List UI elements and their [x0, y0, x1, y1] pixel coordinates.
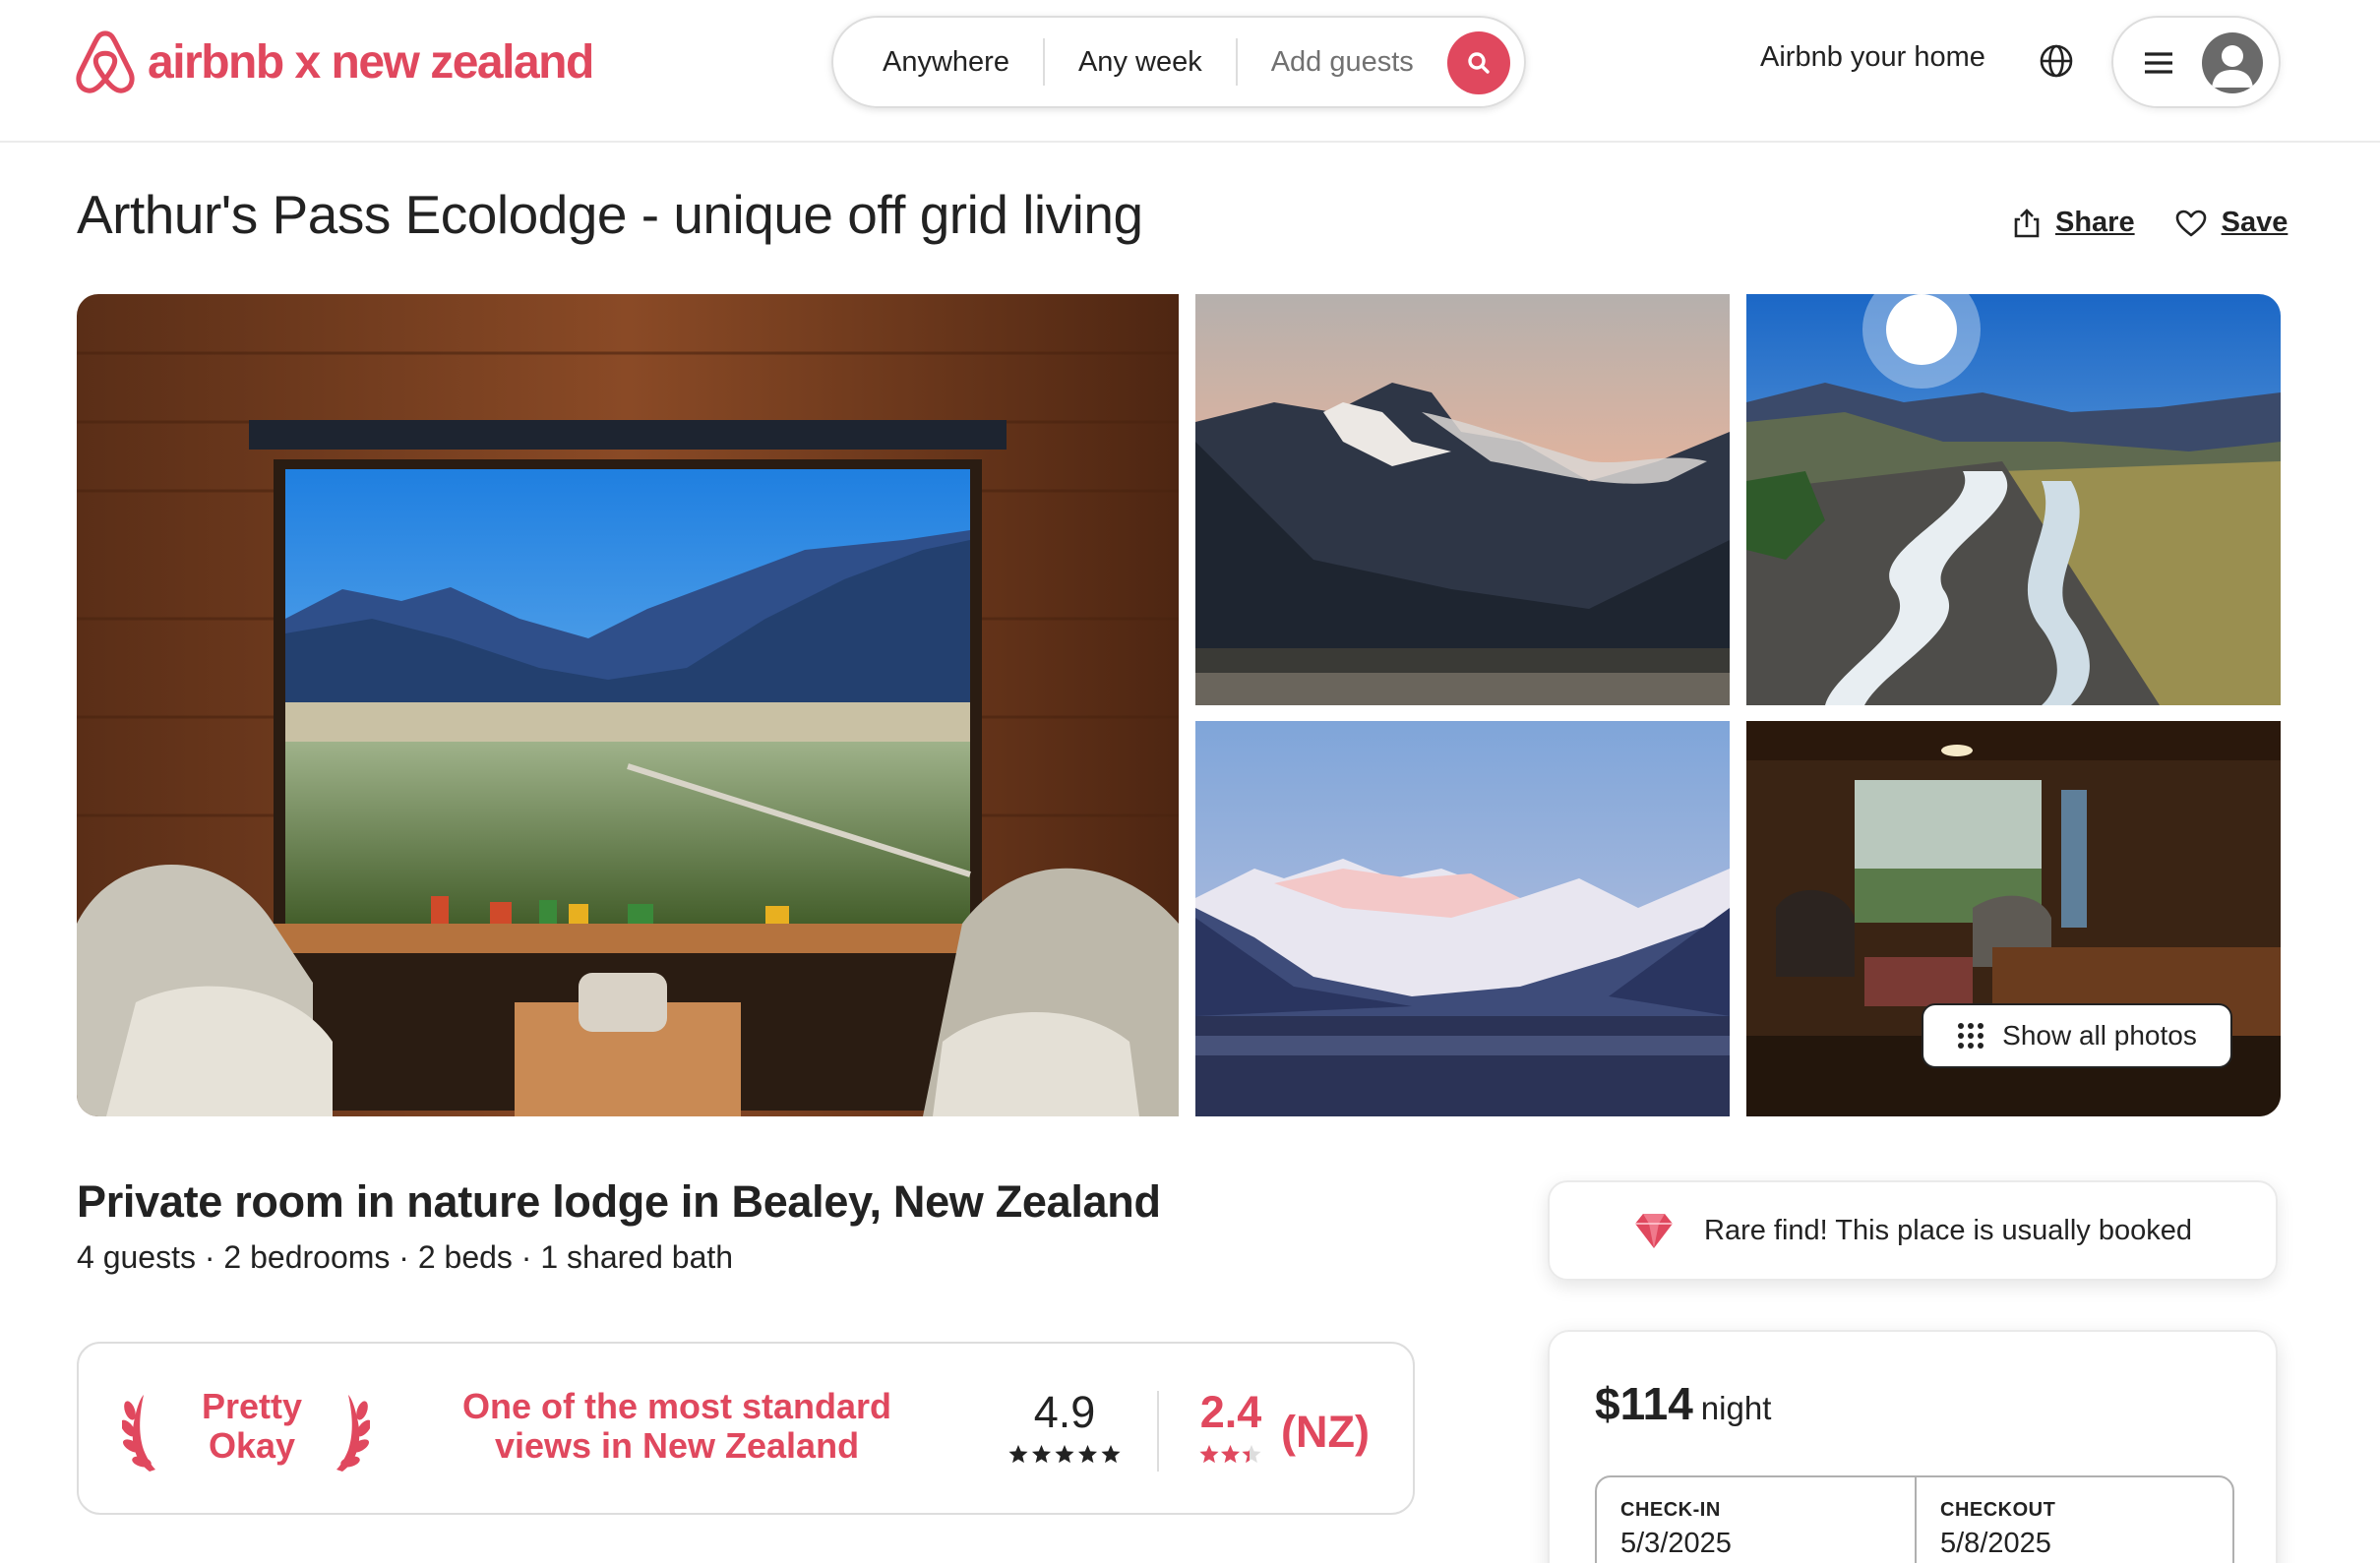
- star-icon: [1055, 1445, 1074, 1464]
- nightly-price: $114 night: [1595, 1377, 1771, 1430]
- overall-rating: 4.9: [1006, 1387, 1124, 1466]
- photo-snowy-range: [1195, 721, 1730, 1116]
- show-all-photos-button[interactable]: Show all photos: [1922, 1003, 2232, 1068]
- photo-2[interactable]: [1195, 294, 1730, 705]
- laurel-right-icon: [336, 1395, 370, 1472]
- rating-value: 4.9: [1033, 1387, 1096, 1437]
- save-button[interactable]: Save: [2174, 207, 2288, 239]
- airbnb-logo[interactable]: airbnb x new zealand: [75, 30, 594, 94]
- checkin-label: CHECK-IN: [1620, 1499, 1721, 1521]
- photo-3[interactable]: [1746, 294, 2281, 705]
- search-bar[interactable]: Anywhere Any week Add guests: [831, 16, 1526, 108]
- photo-main[interactable]: [77, 294, 1179, 1116]
- pretty-okay-label: Pretty Okay: [201, 1386, 303, 1466]
- listing-subtitle: Private room in nature lodge in Bealey, …: [77, 1176, 1161, 1227]
- airbnb-logo-icon: [76, 30, 135, 93]
- standard-views-label: One of the most standard views in New Ze…: [461, 1386, 892, 1466]
- globe-icon: [2040, 44, 2073, 78]
- airbnb-your-home-link[interactable]: Airbnb your home: [1760, 41, 1985, 74]
- save-label: Save: [2221, 207, 2288, 238]
- grid-dots-icon: [1958, 1023, 1984, 1049]
- share-icon: [2014, 208, 2040, 237]
- search-any-week[interactable]: Any week: [1045, 37, 1236, 87]
- search-add-guests[interactable]: Add guests: [1238, 37, 1447, 87]
- rare-find-banner: Rare find! This place is usually booked: [1548, 1180, 2278, 1281]
- checkout-label: CHECKOUT: [1940, 1499, 2056, 1521]
- star-icon: [1220, 1445, 1241, 1464]
- price-amount: $114: [1595, 1378, 1693, 1429]
- nz-rating: 2.4: [1190, 1387, 1271, 1466]
- listing-specs: 4 guests · 2 bedrooms · 2 beds · 1 share…: [77, 1239, 734, 1275]
- user-avatar-icon: [2212, 45, 2253, 88]
- booking-card: $114 night CHECK-IN 5/3/2025 CHECKOUT 5/…: [1548, 1330, 2278, 1563]
- share-button[interactable]: Share: [2012, 207, 2135, 239]
- search-button[interactable]: [1447, 31, 1510, 94]
- heart-icon: [2175, 210, 2206, 236]
- star-icon: [1008, 1445, 1028, 1464]
- nz-label: (NZ): [1281, 1407, 1370, 1457]
- laurel-left-icon: [122, 1395, 155, 1472]
- photo-braided-river: [1746, 294, 2281, 705]
- price-unit: night: [1700, 1390, 1772, 1426]
- date-picker[interactable]: CHECK-IN 5/3/2025 CHECKOUT 5/8/2025: [1595, 1475, 2234, 1563]
- share-label: Share: [2055, 207, 2135, 238]
- star-icon: [1101, 1445, 1121, 1464]
- rating-stars: [1008, 1445, 1121, 1464]
- show-all-photos-label: Show all photos: [2002, 1020, 2197, 1051]
- hamburger-menu-icon: [2145, 52, 2172, 74]
- brand-name: airbnb x new zealand: [148, 35, 594, 89]
- search-icon: [1468, 52, 1490, 74]
- listing-actions: Share Save: [2012, 207, 2288, 239]
- rating-divider: [1157, 1391, 1159, 1472]
- photo-cabin-window-view: [77, 294, 1179, 1116]
- checkout-value: 5/8/2025: [1940, 1528, 2051, 1559]
- checkin-field[interactable]: CHECK-IN 5/3/2025: [1597, 1477, 1917, 1563]
- search-anywhere[interactable]: Anywhere: [833, 37, 1043, 87]
- avatar: [2202, 32, 2263, 93]
- language-button[interactable]: [2039, 43, 2074, 84]
- checkout-field[interactable]: CHECKOUT 5/8/2025: [1917, 1477, 2236, 1563]
- checkin-value: 5/3/2025: [1620, 1528, 1732, 1559]
- nz-rating-stars: [1199, 1445, 1261, 1464]
- listing-title: Arthur's Pass Ecolodge - unique off grid…: [77, 184, 1143, 245]
- star-icon: [1199, 1445, 1219, 1464]
- user-menu-button[interactable]: [2111, 16, 2281, 108]
- star-icon: [1031, 1445, 1052, 1464]
- diamond-icon: [1635, 1214, 1674, 1248]
- guest-favorite-card[interactable]: Pretty Okay One of the most standard vie…: [77, 1342, 1415, 1515]
- rare-find-text: Rare find! This place is usually booked: [1704, 1214, 2192, 1246]
- photo-misty-mountain: [1195, 294, 1730, 705]
- photo-gallery: [77, 294, 2281, 1116]
- nz-rating-value: 2.4: [1199, 1387, 1262, 1437]
- photo-4[interactable]: [1195, 721, 1730, 1116]
- top-header: airbnb x new zealand Anywhere Any week A…: [0, 0, 2380, 143]
- star-icon: [1077, 1445, 1098, 1464]
